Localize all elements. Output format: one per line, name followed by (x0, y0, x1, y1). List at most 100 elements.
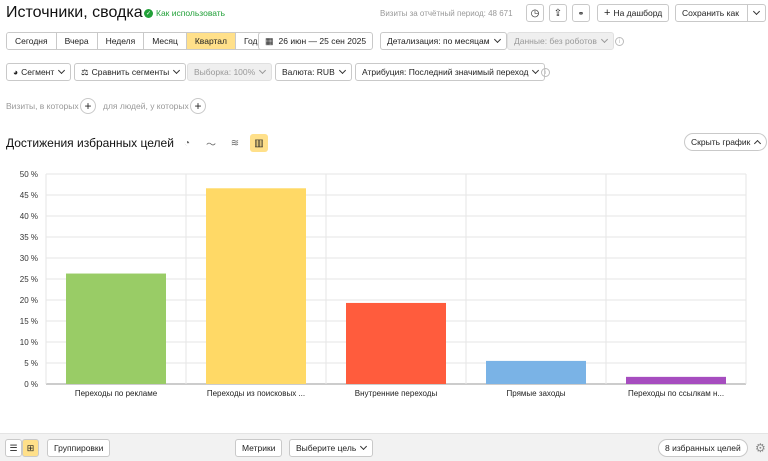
favorite-goals-button[interactable]: 8 избранных целей (658, 439, 748, 457)
bar (626, 376, 726, 384)
pie-icon: ◕ (13, 67, 19, 77)
bottom-toolbar (0, 433, 768, 461)
compare-label: Сравнить сегменты (91, 67, 170, 77)
bar-chart: 0 % 5 % 10 % 15 % 20 % 25 % 30 % 35 % 40 % 45 % 50… (20, 170, 747, 398)
hide-chart-button[interactable]: Скрыть график (684, 133, 768, 151)
add-people-condition-button[interactable]: + (190, 98, 206, 114)
attribution-label: Атрибуция: Последний значимый переход (362, 67, 529, 77)
chevron-down-icon (752, 7, 760, 16)
period-week[interactable]: Неделя (97, 33, 145, 49)
y-tick-label: 50 % (20, 170, 38, 179)
line-chart-icon: 〜 (206, 139, 216, 151)
save-as-dropdown[interactable] (746, 5, 765, 21)
detail-dropdown[interactable]: Детализация: по месяцам (380, 32, 507, 50)
favorite-goals-label: 8 избранных целей (665, 443, 741, 453)
chevron-down-icon (259, 66, 267, 75)
sample-dropdown[interactable]: Выборка: 100% (187, 63, 273, 81)
currency-dropdown[interactable]: Валюта: RUB (275, 63, 352, 81)
line-chart-toggle[interactable]: 〜 (202, 134, 220, 152)
chevron-down-icon (360, 442, 368, 451)
visits-count: Визиты за отчётный период: 48 671 (380, 9, 513, 18)
info-icon: i (541, 68, 550, 77)
bar (486, 360, 586, 384)
how-to-use-link[interactable]: ✓ Как использовать (144, 8, 225, 18)
compare-segments-dropdown[interactable]: ⚖ Сравнить сегменты (74, 63, 187, 81)
pie-chart-toggle[interactable]: ◔ (178, 134, 196, 152)
bar-chart-toggle[interactable]: ▥ (250, 134, 268, 152)
clock-icon: ◷ (530, 7, 540, 19)
data-filter-dropdown[interactable]: Данные: без роботов (507, 32, 614, 50)
x-tick-label: Переходы по ссылкам н... (628, 389, 724, 398)
export-button[interactable]: ⇪ (549, 4, 567, 22)
people-which-label: для людей, у которых (103, 101, 189, 111)
x-tick-label: Прямые заходы (506, 389, 565, 398)
gear-icon[interactable]: ⚙ (755, 441, 766, 455)
hide-chart-label: Скрыть график (691, 137, 751, 147)
tree-icon: ⊞ (26, 442, 35, 453)
y-tick-label: 40 % (20, 212, 38, 221)
data-filter-label: Данные: без роботов (514, 36, 597, 46)
upload-icon: ⇪ (553, 7, 563, 19)
chevron-down-icon (338, 66, 346, 75)
chevron-down-icon (173, 66, 181, 75)
date-range-picker[interactable]: ▦ 26 июн — 25 сен 2025 (258, 32, 374, 50)
detail-label: Детализация: по месяцам (387, 36, 490, 46)
bar (346, 302, 446, 384)
page-title: Источники, сводка (6, 4, 143, 21)
metrics-button[interactable]: Метрики (235, 439, 283, 457)
sample-label: Выборка: 100% (194, 67, 256, 77)
y-tick-label: 45 % (20, 191, 38, 200)
period-quarter[interactable]: Квартал (186, 33, 236, 49)
x-tick-label: Внутренние переходы (355, 389, 438, 398)
choose-goal-dropdown[interactable]: Выберите цель (289, 439, 374, 457)
segment-dropdown[interactable]: ◕ Сегмент (6, 63, 72, 81)
y-tick-label: 0 % (24, 380, 38, 389)
compare-icon: ⚖ (81, 66, 89, 77)
plus-icon: + (604, 7, 611, 19)
share-button[interactable]: ⚭ (572, 4, 590, 22)
add-dashboard-label: На дашборд (613, 8, 663, 18)
date-range-label: 26 июн — 25 сен 2025 (278, 36, 367, 46)
save-as-button[interactable]: Сохранить как (675, 4, 766, 22)
bar (66, 273, 166, 384)
period-yesterday[interactable]: Вчера (56, 33, 98, 49)
how-to-use-label: Как использовать (156, 8, 226, 18)
visits-which-label: Визиты, в которых (6, 101, 79, 111)
groupings-label: Группировки (54, 443, 104, 453)
period-today[interactable]: Сегодня (7, 33, 57, 49)
y-tick-label: 20 % (20, 296, 38, 305)
info-icon: i (615, 37, 624, 46)
y-tick-label: 25 % (20, 275, 38, 284)
chevron-down-icon (600, 35, 608, 44)
tree-view-button[interactable]: ⊞ (22, 439, 39, 457)
share-icon: ⚭ (577, 8, 585, 18)
check-circle-icon: ✓ (144, 8, 153, 18)
bar (206, 188, 306, 384)
currency-label: Валюта: RUB (282, 67, 335, 77)
groupings-button[interactable]: Группировки (47, 439, 111, 457)
list-view-button[interactable]: ☰ (5, 439, 22, 457)
chevron-up-icon (754, 139, 762, 147)
segment-label: Сегмент (21, 67, 55, 77)
add-dashboard-button[interactable]: + На дашборд (597, 4, 670, 22)
history-button[interactable]: ◷ (526, 4, 544, 22)
y-tick-label: 10 % (20, 338, 38, 347)
pie-chart-icon: ◔ (183, 137, 191, 149)
period-month[interactable]: Месяц (144, 33, 187, 49)
x-tick-label: Переходы из поисковых ... (207, 389, 305, 398)
y-tick-label: 30 % (20, 254, 38, 263)
stack-icon: ≋ (230, 137, 240, 149)
chevron-down-icon (532, 66, 540, 75)
chart-title: Достижения избранных целей (6, 136, 174, 150)
chevron-down-icon (58, 66, 66, 75)
y-tick-label: 5 % (24, 359, 38, 368)
area-chart-toggle[interactable]: ≋ (226, 134, 244, 152)
y-tick-label: 35 % (20, 233, 38, 242)
calendar-icon: ▦ (265, 35, 274, 46)
x-tick-label: Переходы по рекламе (75, 389, 158, 398)
choose-goal-label: Выберите цель (296, 443, 357, 453)
add-visit-condition-button[interactable]: + (80, 98, 96, 114)
period-selector: Сегодня Вчера Неделя Месяц Квартал Год (6, 32, 267, 50)
attribution-dropdown[interactable]: Атрибуция: Последний значимый переход (355, 63, 546, 81)
metrics-label: Метрики (242, 443, 276, 453)
